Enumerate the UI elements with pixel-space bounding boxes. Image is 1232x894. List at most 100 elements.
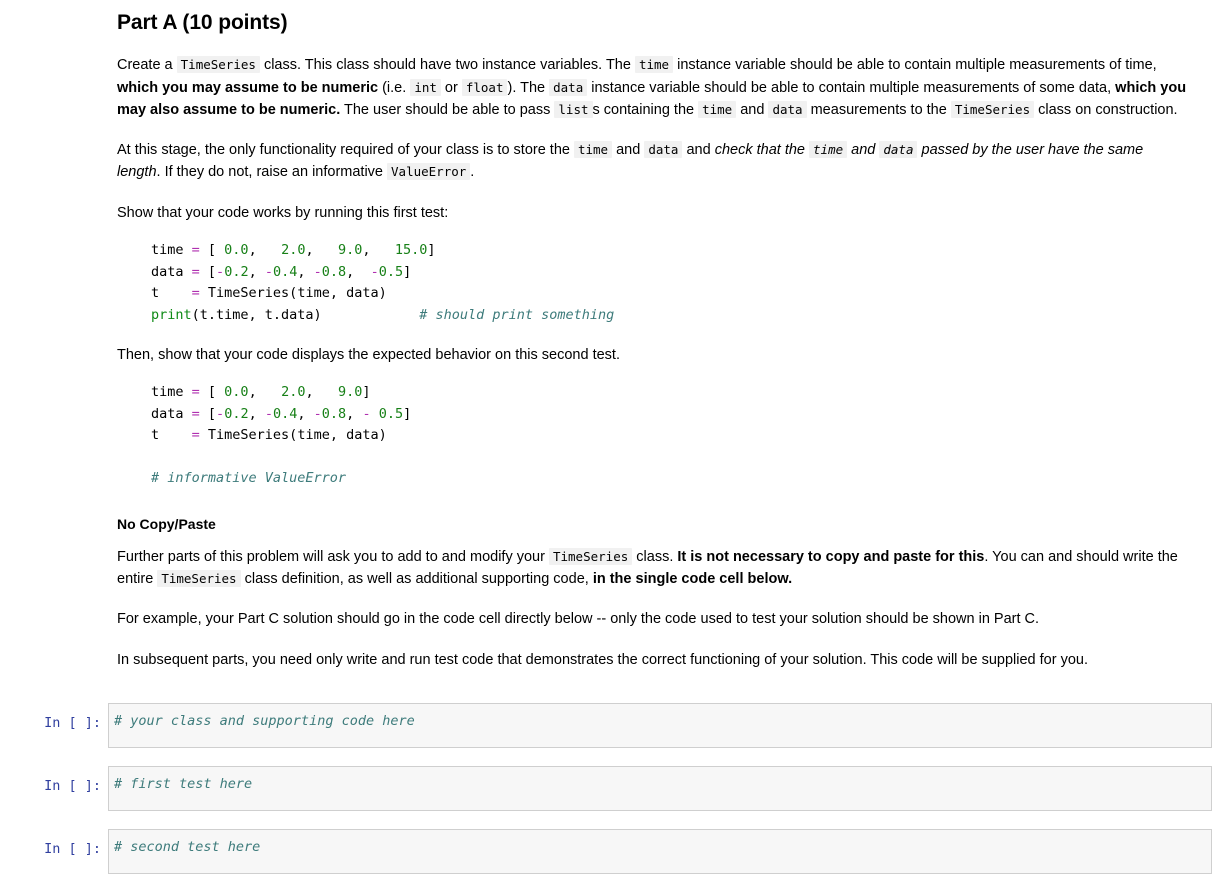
code-token: 0.2 bbox=[224, 263, 249, 280]
inline-code-time: time bbox=[634, 56, 674, 74]
inline-code-list: list bbox=[554, 100, 593, 118]
code-token: - bbox=[264, 263, 273, 280]
input-cell-3[interactable]: In [ ]: # second test here bbox=[0, 829, 1232, 874]
code-token: t bbox=[151, 427, 192, 444]
paragraph-subsequent-parts: In subsequent parts, you need only write… bbox=[117, 651, 1088, 668]
inline-code-timeseries: TimeSeries bbox=[176, 56, 260, 74]
code-token: # informative ValueError bbox=[151, 470, 347, 487]
code-token: = bbox=[191, 285, 200, 302]
code-token: ] bbox=[362, 384, 371, 401]
code-token: 0.4 bbox=[272, 263, 298, 280]
inline-code-data-3: data bbox=[644, 141, 683, 159]
text-fragment: s containing the bbox=[592, 101, 699, 118]
text-fragment: class on construction. bbox=[1034, 101, 1178, 118]
inline-code-int: int bbox=[410, 78, 441, 96]
text-fragment: and bbox=[682, 142, 715, 159]
paragraph-no-copy-paste: Further parts of this problem will ask y… bbox=[117, 546, 1187, 591]
code-editor-2[interactable]: # first test here bbox=[108, 766, 1212, 811]
text-fragment: The user should be able to pass bbox=[340, 101, 555, 118]
code-token: time bbox=[151, 242, 192, 259]
code-token: [ bbox=[199, 384, 225, 401]
paragraph-first-test-intro: Show that your code works by running thi… bbox=[117, 204, 449, 221]
code-token: 0.8 bbox=[321, 405, 347, 422]
code-token: t bbox=[151, 285, 192, 302]
code-token: = bbox=[191, 263, 200, 280]
page-title: Part A (10 points) bbox=[117, 11, 288, 34]
code-token: data bbox=[151, 405, 192, 422]
code-token: 0.5 bbox=[378, 405, 404, 422]
inline-code-timeseries-4: TimeSeries bbox=[157, 570, 241, 588]
code-token: 2.0 bbox=[281, 384, 306, 401]
code-token: , bbox=[248, 263, 265, 280]
code-line-comment: # first test here bbox=[114, 776, 253, 792]
markdown-cell: Part A (10 points) Create a TimeSeries c… bbox=[117, 0, 1187, 689]
text-fragment: instance variable should be able to cont… bbox=[673, 57, 1157, 74]
inline-code-data-2: data bbox=[768, 100, 807, 118]
input-cell-1[interactable]: In [ ]: # your class and supporting code… bbox=[0, 703, 1232, 748]
inline-code-float: float bbox=[461, 78, 508, 96]
code-token: , bbox=[305, 242, 338, 259]
text-fragment: Create a bbox=[117, 57, 177, 74]
code-token: 9.0 bbox=[337, 242, 363, 259]
code-token: # should print something bbox=[419, 306, 615, 323]
text-fragment: class. This class should have two instan… bbox=[259, 57, 635, 74]
input-prompt-1: In [ ]: bbox=[44, 715, 101, 731]
code-token: , bbox=[297, 405, 314, 422]
code-token: 0.0 bbox=[224, 242, 249, 259]
code-line-comment: # second test here bbox=[114, 839, 261, 855]
code-token: 15.0 bbox=[394, 242, 428, 259]
text-bold-single-cell: in the single code cell below. bbox=[592, 571, 793, 588]
text-italic-check-1: check that the bbox=[714, 142, 810, 159]
text-bold-not-necessary: It is not necessary to copy and paste fo… bbox=[677, 548, 985, 565]
inline-code-data: data bbox=[549, 78, 588, 96]
text-fragment: measurements to the bbox=[806, 101, 951, 118]
input-cell-2[interactable]: In [ ]: # first test here bbox=[0, 766, 1232, 811]
code-token: 0.2 bbox=[224, 405, 249, 422]
code-token: - bbox=[313, 405, 322, 422]
text-fragment: At this stage, the only functionality re… bbox=[117, 142, 574, 159]
code-token: , bbox=[305, 384, 338, 401]
code-token: print bbox=[151, 306, 192, 323]
text-fragment: Further parts of this problem will ask y… bbox=[117, 548, 549, 565]
text-fragment: and bbox=[612, 142, 645, 159]
code-token: , bbox=[346, 405, 363, 422]
code-token: , bbox=[297, 263, 314, 280]
code-token: time bbox=[151, 384, 192, 401]
text-italic-check-2: and bbox=[847, 142, 880, 159]
paragraph-create-timeseries: Create a TimeSeries class. This class sh… bbox=[117, 54, 1187, 121]
code-token: = bbox=[191, 405, 200, 422]
code-token: 0.8 bbox=[321, 263, 347, 280]
inline-code-timeseries-2: TimeSeries bbox=[950, 100, 1035, 118]
section-heading-no-copy-paste: No Copy/Paste bbox=[117, 515, 216, 532]
paragraph-stage-requirements: At this stage, the only functionality re… bbox=[117, 139, 1187, 184]
code-token: [ bbox=[199, 405, 217, 422]
text-fragment: ). The bbox=[507, 79, 550, 96]
input-prompt-2: In [ ]: bbox=[44, 778, 101, 794]
text-fragment: class definition, as well as additional … bbox=[240, 571, 593, 588]
code-block-first-test: time = [ 0.0, 2.0, 9.0, 15.0] data = [-0… bbox=[117, 240, 1187, 326]
notebook-page: Part A (10 points) Create a TimeSeries c… bbox=[0, 0, 1232, 894]
code-token: - bbox=[370, 263, 379, 280]
code-token: (t.time, t.data) bbox=[191, 306, 322, 323]
code-token: [ bbox=[199, 242, 225, 259]
code-token: ] bbox=[403, 405, 412, 422]
inline-code-data-italic: data bbox=[879, 141, 918, 159]
inline-code-valueerror: ValueError bbox=[387, 163, 471, 181]
text-fragment: . bbox=[470, 164, 475, 181]
code-token: 0.5 bbox=[378, 263, 404, 280]
code-token: , bbox=[248, 384, 282, 401]
code-editor-3[interactable]: # second test here bbox=[108, 829, 1212, 874]
inline-code-time-italic: time bbox=[809, 141, 848, 159]
paragraph-part-c-example: For example, your Part C solution should… bbox=[117, 611, 1040, 628]
text-fragment: (i.e. bbox=[378, 79, 411, 96]
input-prompt-3: In [ ]: bbox=[44, 841, 101, 857]
text-bold-numeric-assumption: which you may assume to be numeric bbox=[117, 79, 379, 96]
code-token: 0.0 bbox=[224, 384, 249, 401]
code-block-second-test: time = [ 0.0, 2.0, 9.0] data = [-0.2, -0… bbox=[117, 382, 1187, 490]
code-line-comment: # your class and supporting code here bbox=[114, 713, 415, 729]
code-token: , bbox=[248, 405, 265, 422]
code-token: TimeSeries(time, data) bbox=[199, 427, 387, 444]
code-editor-1[interactable]: # your class and supporting code here bbox=[108, 703, 1212, 748]
text-fragment: and bbox=[736, 101, 769, 118]
